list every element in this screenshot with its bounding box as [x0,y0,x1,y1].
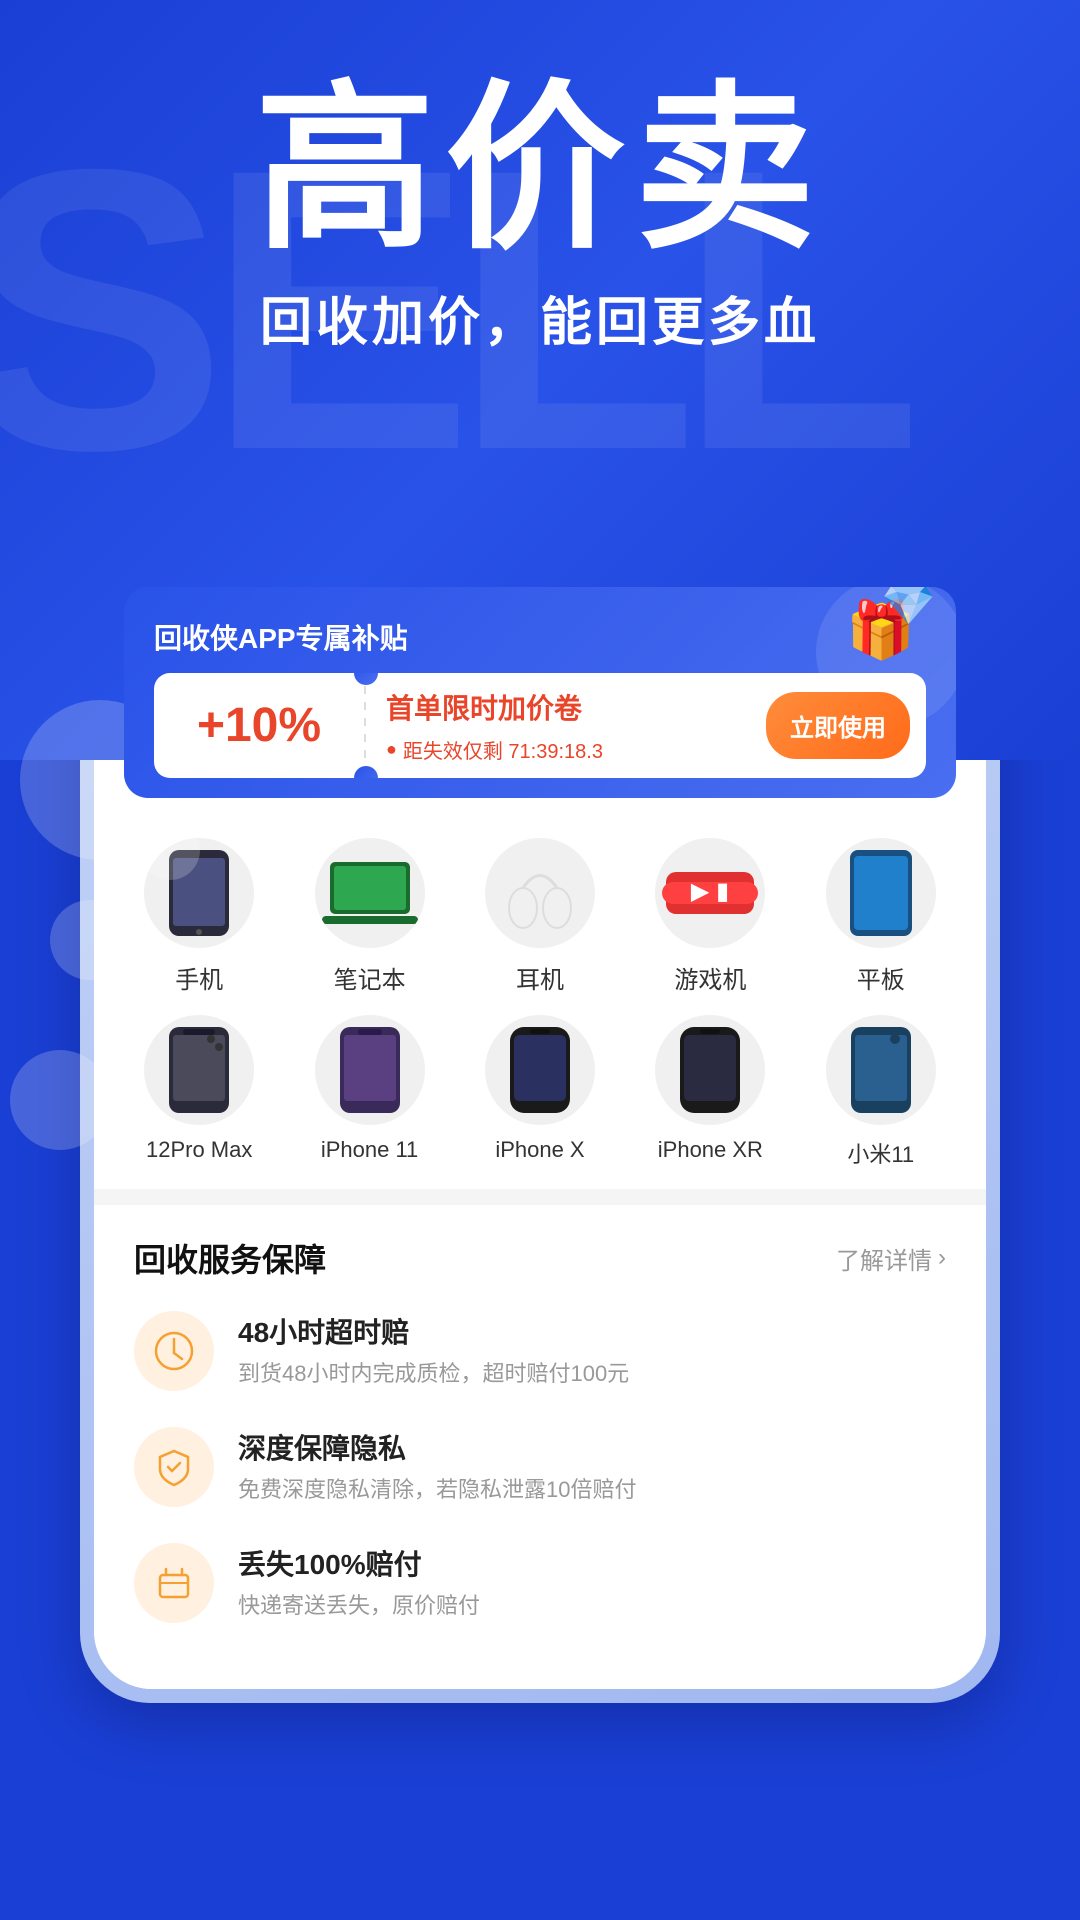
category-item-tablet[interactable]: 平板 [816,838,946,995]
coupon-content: 首单限时加价卷 ● 距失效仅剩 71:39:18.3 [366,673,766,778]
service-item-2: 丢失100%赔付 快递寄送丢失，原价赔付 [134,1543,946,1623]
timer-icon: ● [386,739,397,760]
model-12promax-icon [144,1015,254,1125]
more-chevron-icon: › [938,1244,946,1272]
service-title: 回收服务保障 [134,1235,326,1281]
laptop-icon-wrap [315,838,425,948]
service-item-desc-2: 快递寄送丢失，原价赔付 [238,1591,480,1622]
promo-coupon[interactable]: +10% 首单限时加价卷 ● 距失效仅剩 71:39:18.3 立即使用 [154,673,926,778]
hero-section: 高价卖 回收加价，能回更多血 [0,0,1080,355]
coupon-percent: +10% [154,678,364,773]
service-item-title-2: 丢失100%赔付 [238,1543,480,1583]
service-item-1: 深度保障隐私 免费深度隐私清除，若隐私泄露10倍赔付 [134,1427,946,1507]
percent-text: +10% [197,699,321,752]
use-coupon-button[interactable]: 立即使用 [766,692,910,759]
model-iphonexr-icon [655,1015,765,1125]
service-header: 回收服务保障 了解详情 › [134,1235,946,1281]
tablet-icon-wrap [826,838,936,948]
hero-main-title: 高价卖 [0,80,1080,260]
service-section: 回收服务保障 了解详情 › 48小时超时赔 到货48小时内完成质检，超时赔付10… [94,1205,986,1689]
tablet-label: 平板 [857,960,905,995]
earphone-icon-wrap [485,838,595,948]
model-item-12promax[interactable]: 12Pro Max [134,1015,264,1169]
gem-icon: 💎 [881,587,936,629]
coupon-name: 首单限时加价卷 [386,687,746,727]
service-item-title-0: 48小时超时赔 [238,1311,629,1351]
model-iphonex-icon [485,1015,595,1125]
service-content-2: 丢失100%赔付 快递寄送丢失，原价赔付 [238,1543,480,1622]
bubble-decoration [10,1050,110,1150]
bubble-decoration [140,820,200,880]
promo-title: 回收侠APP专属补贴 [154,617,926,657]
model-iphonexr-label: iPhone XR [658,1137,763,1163]
model-mi11-icon [826,1015,936,1125]
model-item-iphonexr[interactable]: iPhone XR [645,1015,775,1169]
category-item-laptop[interactable]: 笔记本 [305,838,435,995]
model-item-iphone11[interactable]: iPhone 11 [305,1015,435,1169]
model-item-mi11[interactable]: 小米11 [816,1015,946,1169]
coupon-timer: ● 距失效仅剩 71:39:18.3 [386,735,746,764]
category-item-earphone[interactable]: 耳机 [475,838,605,995]
game-label: 游戏机 [674,960,746,995]
model-iphone11-icon [315,1015,425,1125]
earphone-label: 耳机 [516,960,564,995]
phone-label: 手机 [175,960,223,995]
service-item-title-1: 深度保障隐私 [238,1427,636,1467]
service-more-link[interactable]: 了解详情 › [836,1241,946,1276]
model-item-iphonex[interactable]: iPhone X [475,1015,605,1169]
model-iphone11-label: iPhone 11 [321,1137,418,1163]
service-content-0: 48小时超时赔 到货48小时内完成质检，超时赔付100元 [238,1311,629,1390]
hero-sub-title: 回收加价，能回更多血 [0,280,1080,355]
category-row-main: 手机 笔记本 耳机 [114,838,966,995]
model-12promax-label: 12Pro Max [146,1137,252,1163]
service-item-0: 48小时超时赔 到货48小时内完成质检，超时赔付100元 [134,1311,946,1391]
service-icon-1 [134,1427,214,1507]
service-content-1: 深度保障隐私 免费深度隐私清除，若隐私泄露10倍赔付 [238,1427,636,1506]
svg-text:▶ ▮: ▶ ▮ [691,878,729,905]
model-iphonex-label: iPhone X [495,1137,584,1163]
service-item-desc-1: 免费深度隐私清除，若隐私泄露10倍赔付 [238,1475,636,1506]
bubble-decoration [50,900,130,980]
service-icon-2 [134,1543,214,1623]
quick-model-row: 12Pro Max iPhone 11 iPhone X [114,1015,966,1169]
category-item-game[interactable]: ▶ ▮ 游戏机 [645,838,775,995]
promo-banner: 回收侠APP专属补贴 🎁 💎 +10% 首单限时加价卷 ● 距失效仅剩 71:3… [124,587,956,798]
service-item-desc-0: 到货48小时内完成质检，超时赔付100元 [238,1359,629,1390]
section-divider [94,1189,986,1205]
more-label: 了解详情 [836,1241,932,1276]
category-section: 手机 笔记本 耳机 [94,808,986,1189]
service-icon-0 [134,1311,214,1391]
game-icon-wrap: ▶ ▮ [655,838,765,948]
laptop-label: 笔记本 [334,960,406,995]
model-mi11-label: 小米11 [847,1137,914,1169]
timer-text: 距失效仅剩 71:39:18.3 [403,735,603,764]
